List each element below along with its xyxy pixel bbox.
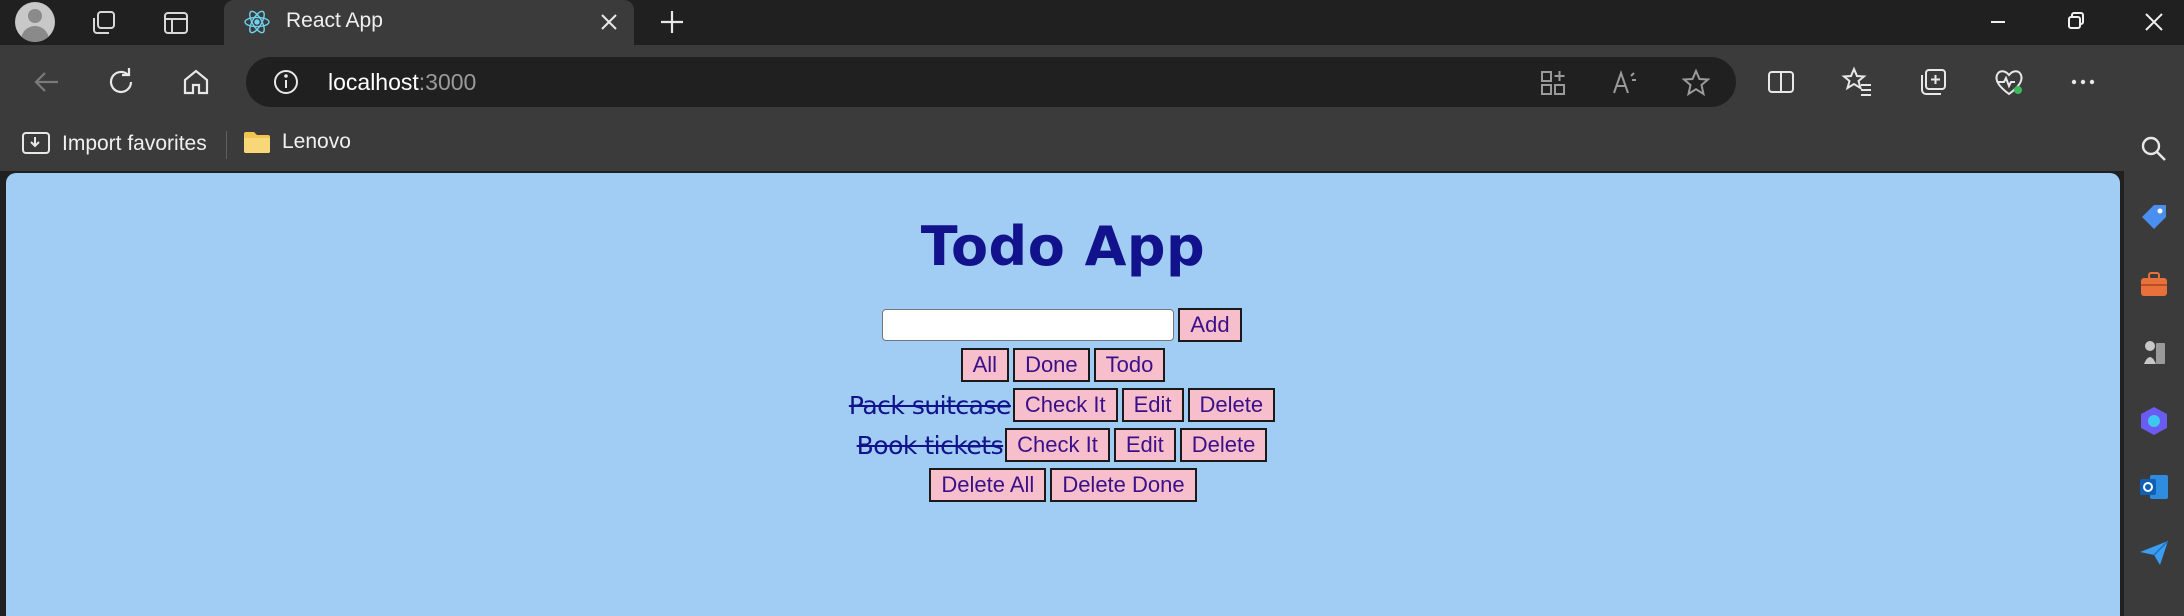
tab-title: React App (286, 9, 383, 32)
favorite-star-icon[interactable] (1680, 67, 1712, 99)
bookmark-label: Import favorites (62, 132, 207, 155)
home-icon[interactable] (177, 63, 215, 101)
workspaces-icon[interactable] (86, 5, 122, 41)
delete-button[interactable]: Delete (1179, 428, 1268, 462)
favorites-icon[interactable] (1840, 65, 1874, 99)
tab-react-app[interactable]: React App (224, 0, 634, 45)
page-title: Todo App (920, 215, 1206, 278)
new-tab-icon[interactable] (656, 6, 688, 38)
page-viewport: Todo App Add All Done Todo Pack suitcase… (6, 173, 2120, 616)
folder-icon (244, 132, 270, 153)
send-icon[interactable] (2136, 535, 2172, 571)
address-bar[interactable]: localhost:3000 (246, 57, 1736, 107)
todo-item: Pack suitcase Check It Edit Delete (849, 385, 1277, 425)
restore-icon[interactable] (2056, 4, 2096, 40)
briefcase-icon[interactable] (2136, 267, 2172, 303)
app-available-icon[interactable] (1538, 68, 1568, 98)
edit-button[interactable]: Edit (1121, 388, 1184, 422)
import-icon (22, 132, 50, 154)
minimize-icon[interactable] (1978, 4, 2018, 40)
todo-text: Pack suitcase (848, 390, 1012, 420)
outlook-icon[interactable] (2136, 469, 2172, 505)
browser-toolbar: localhost:3000 (0, 45, 2184, 119)
chess-icon[interactable] (2136, 335, 2172, 371)
todo-app: Todo App Add All Done Todo Pack suitcase… (6, 173, 2120, 505)
todo-item: Book tickets Check It Edit Delete (857, 425, 1270, 465)
back-icon[interactable] (28, 63, 66, 101)
search-icon[interactable] (2136, 131, 2172, 167)
favorites-bar: Import favorites Lenovo (0, 119, 2140, 171)
bookmark-lenovo[interactable]: Lenovo (242, 129, 351, 155)
add-todo-row: Add (882, 305, 1243, 345)
filter-todo-button[interactable]: Todo (1093, 348, 1166, 382)
react-icon (244, 10, 270, 34)
read-aloud-icon[interactable] (1610, 68, 1640, 98)
close-tab-icon[interactable] (594, 7, 624, 37)
browser-essentials-icon[interactable] (1992, 65, 2026, 99)
bulk-actions-row: Delete All Delete Done (927, 465, 1198, 505)
url-text: localhost:3000 (328, 69, 477, 95)
bookmark-import-favorites[interactable]: Import favorites (20, 129, 207, 159)
filter-done-button[interactable]: Done (1013, 348, 1090, 382)
copilot-app-icon[interactable] (2136, 403, 2172, 439)
close-window-icon[interactable] (2134, 4, 2174, 40)
refresh-icon[interactable] (102, 63, 140, 101)
collections-icon[interactable] (1916, 65, 1950, 99)
todo-input[interactable] (882, 309, 1175, 341)
check-it-button[interactable]: Check It (1005, 428, 1110, 462)
split-screen-icon[interactable] (1764, 65, 1798, 99)
bookmark-separator (226, 131, 227, 159)
todo-text: Book tickets (856, 430, 1004, 460)
delete-done-button[interactable]: Delete Done (1050, 468, 1197, 502)
delete-all-button[interactable]: Delete All (929, 468, 1047, 502)
profile-avatar-icon[interactable] (15, 2, 55, 42)
check-it-button[interactable]: Check It (1012, 388, 1118, 422)
tab-actions-icon[interactable] (158, 5, 194, 41)
edit-button[interactable]: Edit (1113, 428, 1176, 462)
tab-strip: React App (0, 0, 2184, 45)
delete-button[interactable]: Delete (1187, 388, 1276, 422)
add-button[interactable]: Add (1178, 308, 1242, 342)
tag-icon[interactable] (2136, 199, 2172, 235)
edge-sidebar (2124, 45, 2184, 616)
filter-all-button[interactable]: All (960, 348, 1010, 382)
bookmark-label: Lenovo (282, 130, 351, 153)
filter-row: All Done Todo (959, 345, 1168, 385)
site-info-icon[interactable] (272, 68, 300, 96)
more-options-icon[interactable] (2066, 65, 2100, 99)
